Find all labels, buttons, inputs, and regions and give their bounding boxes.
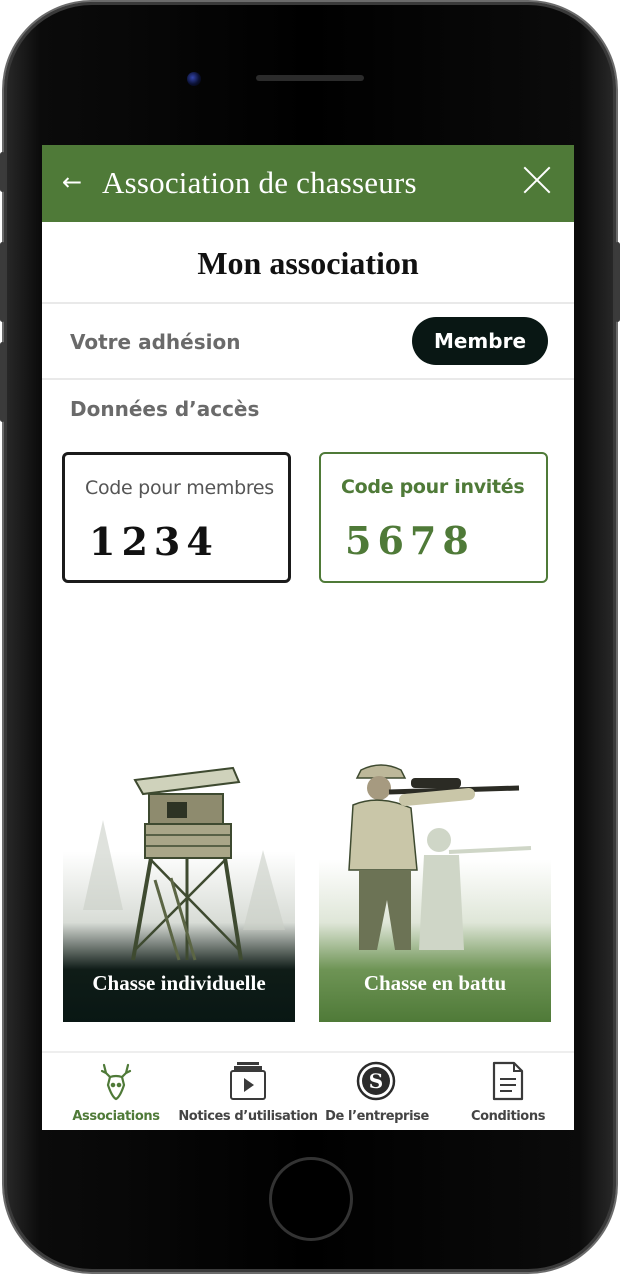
app-bar: ← Association de chasseurs	[42, 145, 574, 222]
app-title: Association de chasseurs	[102, 165, 417, 200]
tab-associations[interactable]: Associations	[42, 1053, 190, 1130]
volume-up-button	[0, 242, 5, 322]
battue-hunt-card[interactable]: Chasse en battu	[319, 760, 551, 1022]
mute-switch	[0, 152, 5, 192]
company-logo-icon: S	[356, 1061, 396, 1101]
battue-hunt-label: Chasse en battu	[363, 971, 507, 995]
membership-label: Votre adhésion	[70, 330, 241, 354]
document-icon	[492, 1061, 524, 1101]
home-button[interactable]	[269, 1157, 353, 1241]
divider	[42, 302, 574, 304]
video-play-icon	[230, 1062, 266, 1100]
individual-hunt-label: Chasse individuelle	[92, 971, 266, 995]
deer-icon	[100, 1063, 132, 1101]
tab-user-manuals-label: Notices d’utilisation	[178, 1109, 318, 1124]
tab-associations-label: Associations	[72, 1109, 160, 1124]
members-code-card: Code pour membres 1234	[62, 452, 291, 583]
members-code-value: 1234	[89, 519, 219, 564]
svg-text:S: S	[369, 1069, 383, 1093]
membership-status-badge: Membre	[412, 317, 548, 365]
tab-user-manuals[interactable]: Notices d’utilisation	[178, 1053, 318, 1130]
close-icon[interactable]	[520, 163, 554, 197]
tab-conditions-label: Conditions	[470, 1109, 546, 1124]
divider	[42, 378, 574, 380]
guests-code-value: 5678	[345, 518, 475, 563]
screen: ← Association de chasseurs Mon associati…	[42, 145, 574, 1130]
access-data-label: Données d’accès	[70, 397, 260, 421]
bottom-tab-bar: Associations Notices d’utilisation S De …	[42, 1051, 574, 1130]
members-code-label: Code pour membres	[85, 477, 274, 499]
tab-conditions[interactable]: Conditions	[442, 1053, 574, 1130]
guests-code-label: Code pour invités	[341, 476, 525, 498]
guests-code-card: Code pour invités 5678	[319, 452, 548, 583]
arrow-left-icon[interactable]: ←	[62, 167, 82, 197]
tab-company-label: De l’entreprise	[325, 1109, 429, 1124]
tab-company[interactable]: S De l’entreprise	[312, 1053, 442, 1130]
volume-down-button	[0, 342, 5, 422]
page-title: Mon association	[197, 245, 419, 281]
power-button	[615, 242, 620, 322]
individual-hunt-card[interactable]: Chasse individuelle	[63, 760, 295, 1022]
earpiece-speaker	[256, 75, 364, 81]
front-camera	[187, 72, 201, 86]
